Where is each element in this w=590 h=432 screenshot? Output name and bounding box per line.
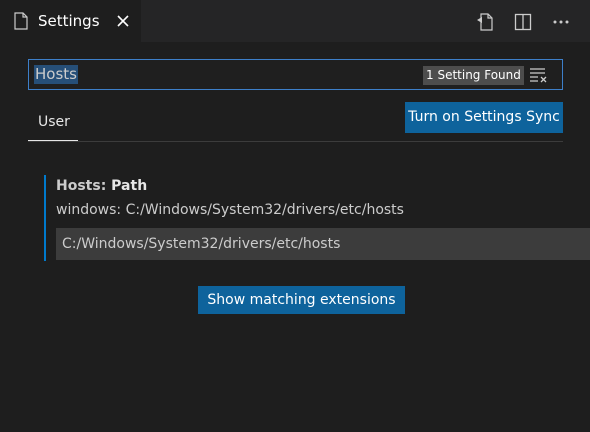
tab-user-label: User: [38, 114, 70, 130]
setting-value-input[interactable]: [56, 228, 590, 260]
search-result-count: 1 Setting Found: [423, 66, 524, 85]
editor-title-bar: Settings: [0, 0, 590, 42]
tab-label: Settings: [38, 12, 100, 30]
search-value: Hosts: [34, 65, 78, 84]
setting-description: windows: C:/Windows/System32/drivers/etc…: [56, 202, 404, 218]
scope-divider: [28, 141, 563, 142]
setting-item-hosts-path: Hosts: Path windows: C:/Windows/System32…: [44, 175, 590, 261]
show-matching-extensions-button[interactable]: Show matching extensions: [198, 286, 405, 314]
clear-filter-icon[interactable]: [529, 66, 549, 84]
open-settings-json-icon[interactable]: [475, 12, 495, 32]
tab-settings[interactable]: Settings: [0, 0, 141, 42]
settings-search-input[interactable]: Hosts 1 Setting Found: [28, 59, 563, 90]
setting-category: Hosts:: [56, 178, 112, 194]
setting-title: Hosts: Path: [56, 177, 147, 195]
file-icon: [14, 12, 28, 30]
setting-name: Path: [111, 178, 148, 194]
tab-user[interactable]: User: [28, 108, 78, 141]
more-actions-icon[interactable]: [551, 12, 571, 32]
split-editor-icon[interactable]: [513, 12, 533, 32]
close-icon[interactable]: [114, 12, 132, 30]
turn-on-settings-sync-button[interactable]: Turn on Settings Sync: [405, 102, 563, 133]
